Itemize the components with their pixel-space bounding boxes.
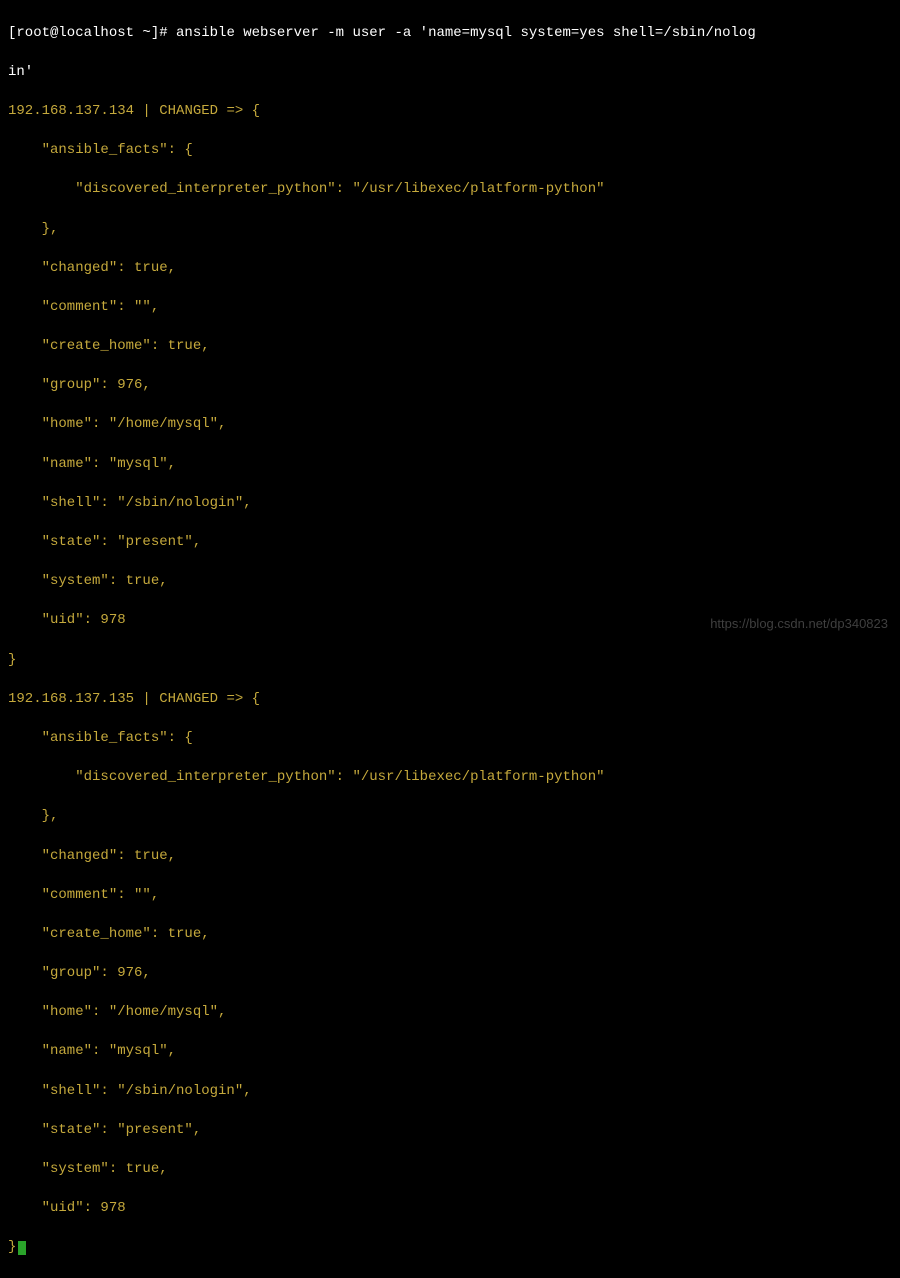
shell-prompt: [root@localhost ~]# [8,25,176,41]
output-line: "changed": true, [8,259,892,279]
status-label: CHANGED [159,103,218,119]
output-line: "changed": true, [8,847,892,867]
status-label: CHANGED [159,691,218,707]
output-line: "home": "/home/mysql", [8,1003,892,1023]
output-line: "create_home": true, [8,337,892,357]
output-line: "home": "/home/mysql", [8,415,892,435]
output-line: "name": "mysql", [8,1042,892,1062]
output-line: "create_home": true, [8,925,892,945]
output-line: "group": 976, [8,964,892,984]
host-ip: 192.168.137.134 [8,103,134,119]
output-line: "discovered_interpreter_python": "/usr/l… [8,768,892,788]
output-line: } [8,1238,892,1258]
output-line: "state": "present", [8,533,892,553]
command-continuation: in' [8,63,892,83]
output-line: "system": true, [8,572,892,592]
output-line: "uid": 978 [8,1199,892,1219]
output-line: "discovered_interpreter_python": "/usr/l… [8,180,892,200]
output-line: } [8,651,892,671]
command-line: [root@localhost ~]# ansible webserver -m… [8,24,892,44]
output-line: "group": 976, [8,376,892,396]
output-line: "name": "mysql", [8,455,892,475]
output-line: "system": true, [8,1160,892,1180]
output-line: "shell": "/sbin/nologin", [8,494,892,514]
host-ip: 192.168.137.135 [8,691,134,707]
output-line: "state": "present", [8,1121,892,1141]
watermark-text: https://blog.csdn.net/dp340823 [710,615,888,633]
output-line: "ansible_facts": { [8,141,892,161]
output-line: "comment": "", [8,298,892,318]
output-line: }, [8,220,892,240]
command-text: ansible webserver -m user -a 'name=mysql… [176,25,756,41]
output-line: "ansible_facts": { [8,729,892,749]
output-line: "shell": "/sbin/nologin", [8,1082,892,1102]
result-host-line: 192.168.137.135 | CHANGED => { [8,690,892,710]
terminal-cursor [18,1241,26,1255]
output-line: "comment": "", [8,886,892,906]
output-line: }, [8,807,892,827]
result-host-line: 192.168.137.134 | CHANGED => { [8,102,892,122]
